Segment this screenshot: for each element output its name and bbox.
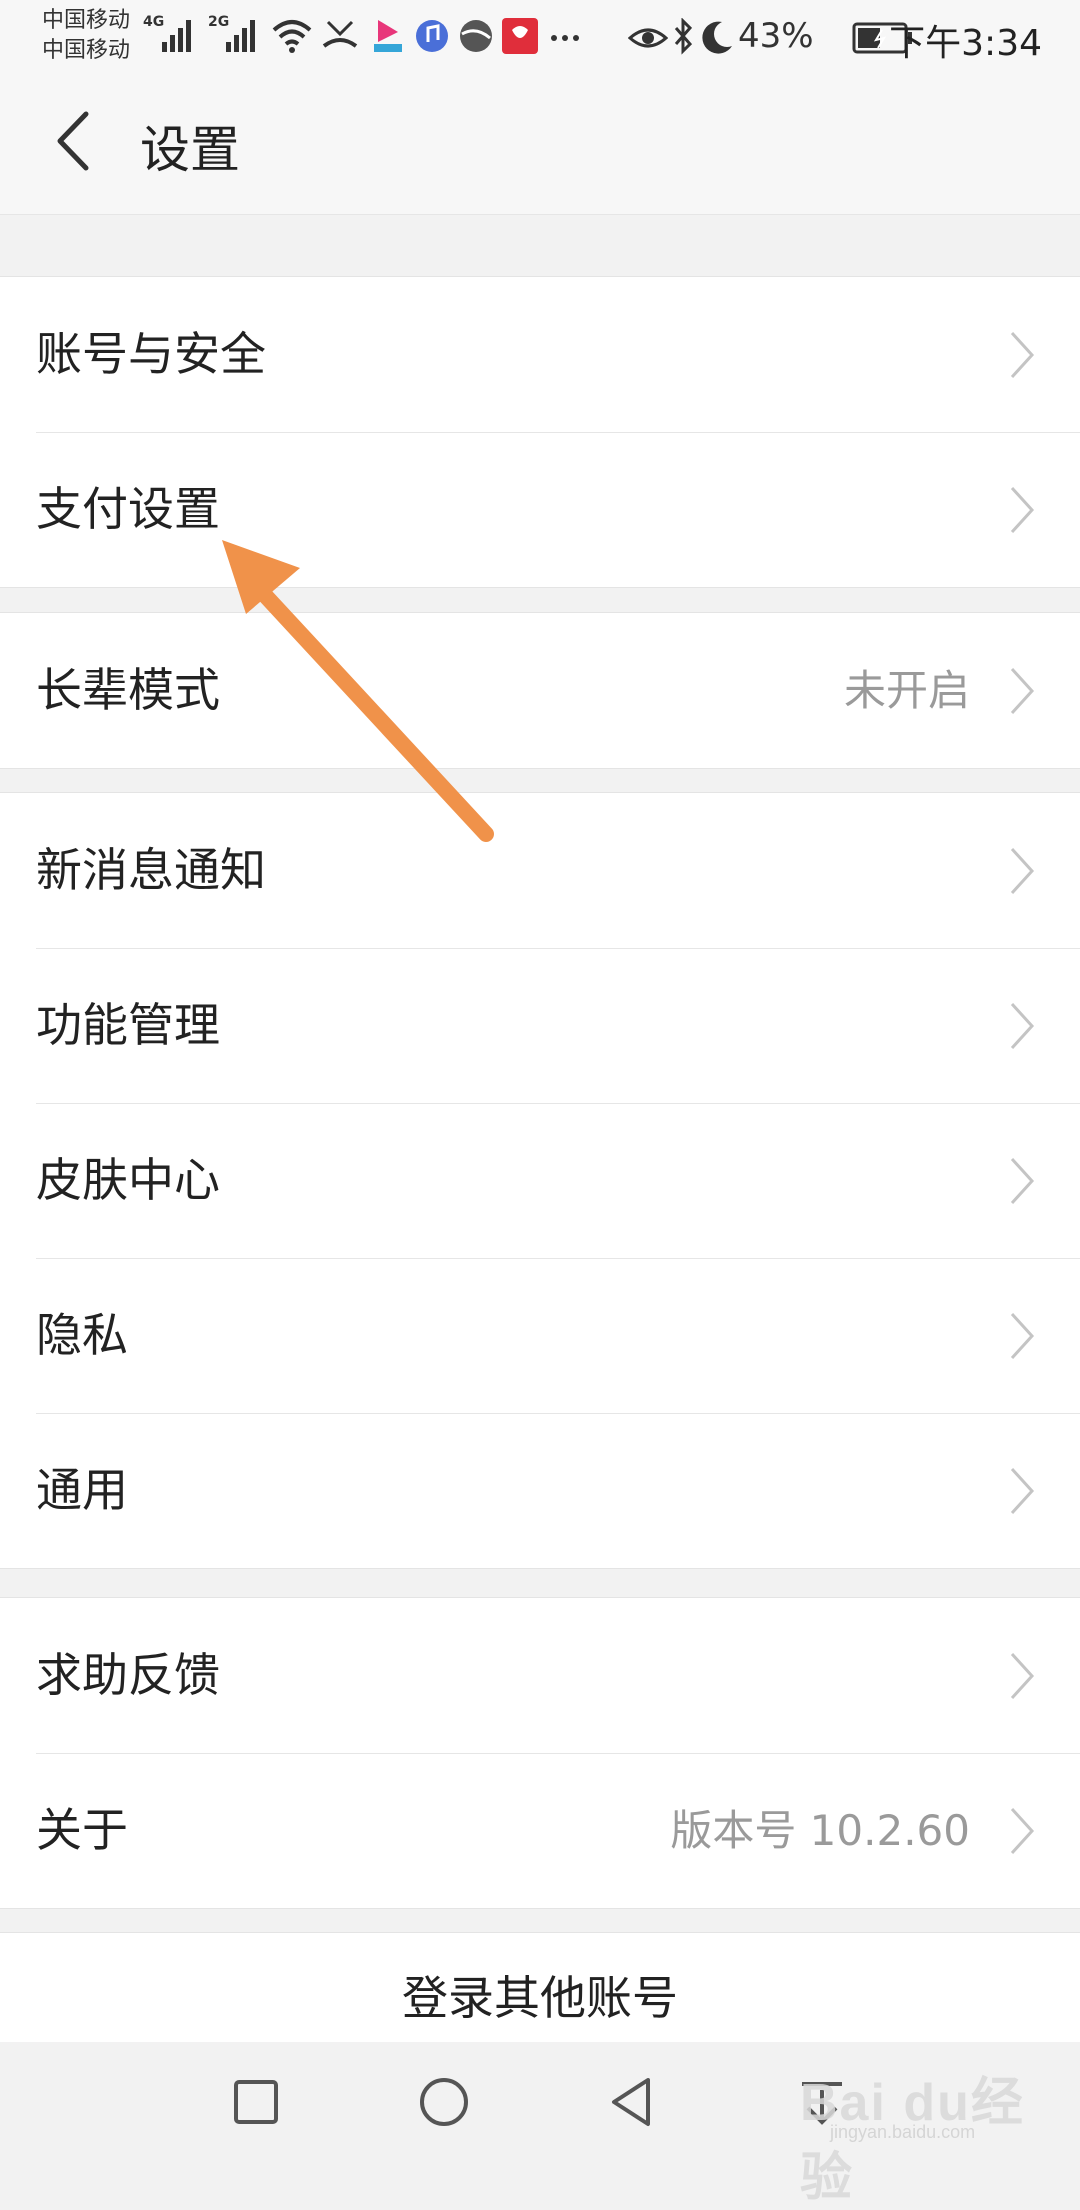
row-label: 求助反馈 [36, 1648, 220, 1702]
chevron-right-icon [1010, 331, 1035, 379]
chevron-right-icon [1010, 1652, 1035, 1700]
row-label: 皮肤中心 [36, 1153, 220, 1207]
row-about[interactable]: 关于 版本号 10.2.60 [0, 1753, 1080, 1908]
page-title: 设置 [140, 121, 240, 179]
carrier-1: 中国移动 [42, 8, 131, 33]
triangle-back-icon[interactable] [604, 2074, 660, 2130]
shopping-app-icon [502, 18, 538, 54]
status-bar: 中国移动 中国移动 4G 2G 43% 下午3:34 [0, 0, 1080, 76]
row-label: 隐私 [36, 1308, 128, 1362]
row-help-feedback[interactable]: 求助反馈 [0, 1598, 1080, 1753]
settings-group-help: 求助反馈 关于 版本号 10.2.60 [0, 1597, 1080, 1909]
row-value: 未开启 [843, 666, 970, 715]
chevron-right-icon [1010, 1157, 1035, 1205]
music-app-icon [416, 20, 448, 52]
browser-app-icon [460, 20, 492, 52]
row-label: 关于 [36, 1803, 128, 1857]
row-label: 账号与安全 [36, 327, 266, 381]
settings-group-elder-mode: 长辈模式 未开启 [0, 612, 1080, 769]
do-not-disturb-moon-icon [702, 21, 732, 54]
settings-group-account: 账号与安全 支付设置 [0, 276, 1080, 588]
row-payment-settings[interactable]: 支付设置 [0, 432, 1080, 587]
row-label: 通用 [36, 1463, 128, 1517]
bluetooth-icon [674, 18, 693, 55]
watermark-url: jingyan.baidu.com [830, 2122, 976, 2142]
row-privacy[interactable]: 隐私 [0, 1258, 1080, 1413]
missed-call-icon [322, 20, 358, 48]
row-label: 长辈模式 [36, 663, 220, 717]
row-skin-center[interactable]: 皮肤中心 [0, 1103, 1080, 1258]
more-notifications-icon [551, 35, 579, 41]
login-other-account-block: 登录其他账号 [0, 1932, 1080, 2043]
app-notification-icon [374, 20, 402, 52]
row-general[interactable]: 通用 [0, 1413, 1080, 1568]
square-recent-icon[interactable] [228, 2074, 284, 2130]
version-value: 版本号 10.2.60 [670, 1806, 970, 1855]
chevron-right-icon [1010, 847, 1035, 895]
battery-percent: 43% [738, 16, 814, 56]
chevron-right-icon [1010, 1002, 1035, 1050]
header-bar: 设置 [0, 76, 1080, 215]
status-right: 43% 下午3:34 [620, 0, 1080, 76]
row-label: 新消息通知 [36, 843, 266, 897]
back-chevron-left-icon[interactable] [50, 106, 100, 176]
carrier-labels: 中国移动 中国移动 [42, 6, 130, 66]
chevron-right-icon [1010, 1807, 1035, 1855]
signal-icon [162, 20, 191, 52]
row-feature-management[interactable]: 功能管理 [0, 948, 1080, 1103]
circle-home-icon[interactable] [416, 2074, 472, 2130]
chevron-right-icon [1010, 667, 1035, 715]
row-label: 功能管理 [36, 998, 220, 1052]
eye-comfort-icon [628, 28, 668, 48]
settings-group-general: 新消息通知 功能管理 皮肤中心 隐私 通用 [0, 792, 1080, 1569]
carrier-2: 中国移动 [42, 38, 131, 63]
row-account-security[interactable]: 账号与安全 [0, 277, 1080, 432]
signal-icon-2 [226, 20, 255, 52]
baidu-jingyan-watermark: Bai du经验 jingyan.baidu.com [800, 2060, 1060, 2207]
chevron-right-icon [1010, 1312, 1035, 1360]
clock: 下午3:34 [889, 23, 1042, 64]
chevron-right-icon [1010, 486, 1035, 534]
row-elder-mode[interactable]: 长辈模式 未开启 [0, 613, 1080, 768]
row-new-message-notification[interactable]: 新消息通知 [0, 793, 1080, 948]
wifi-icon [272, 20, 312, 53]
chevron-right-icon [1010, 1467, 1035, 1515]
row-label: 支付设置 [36, 482, 220, 536]
